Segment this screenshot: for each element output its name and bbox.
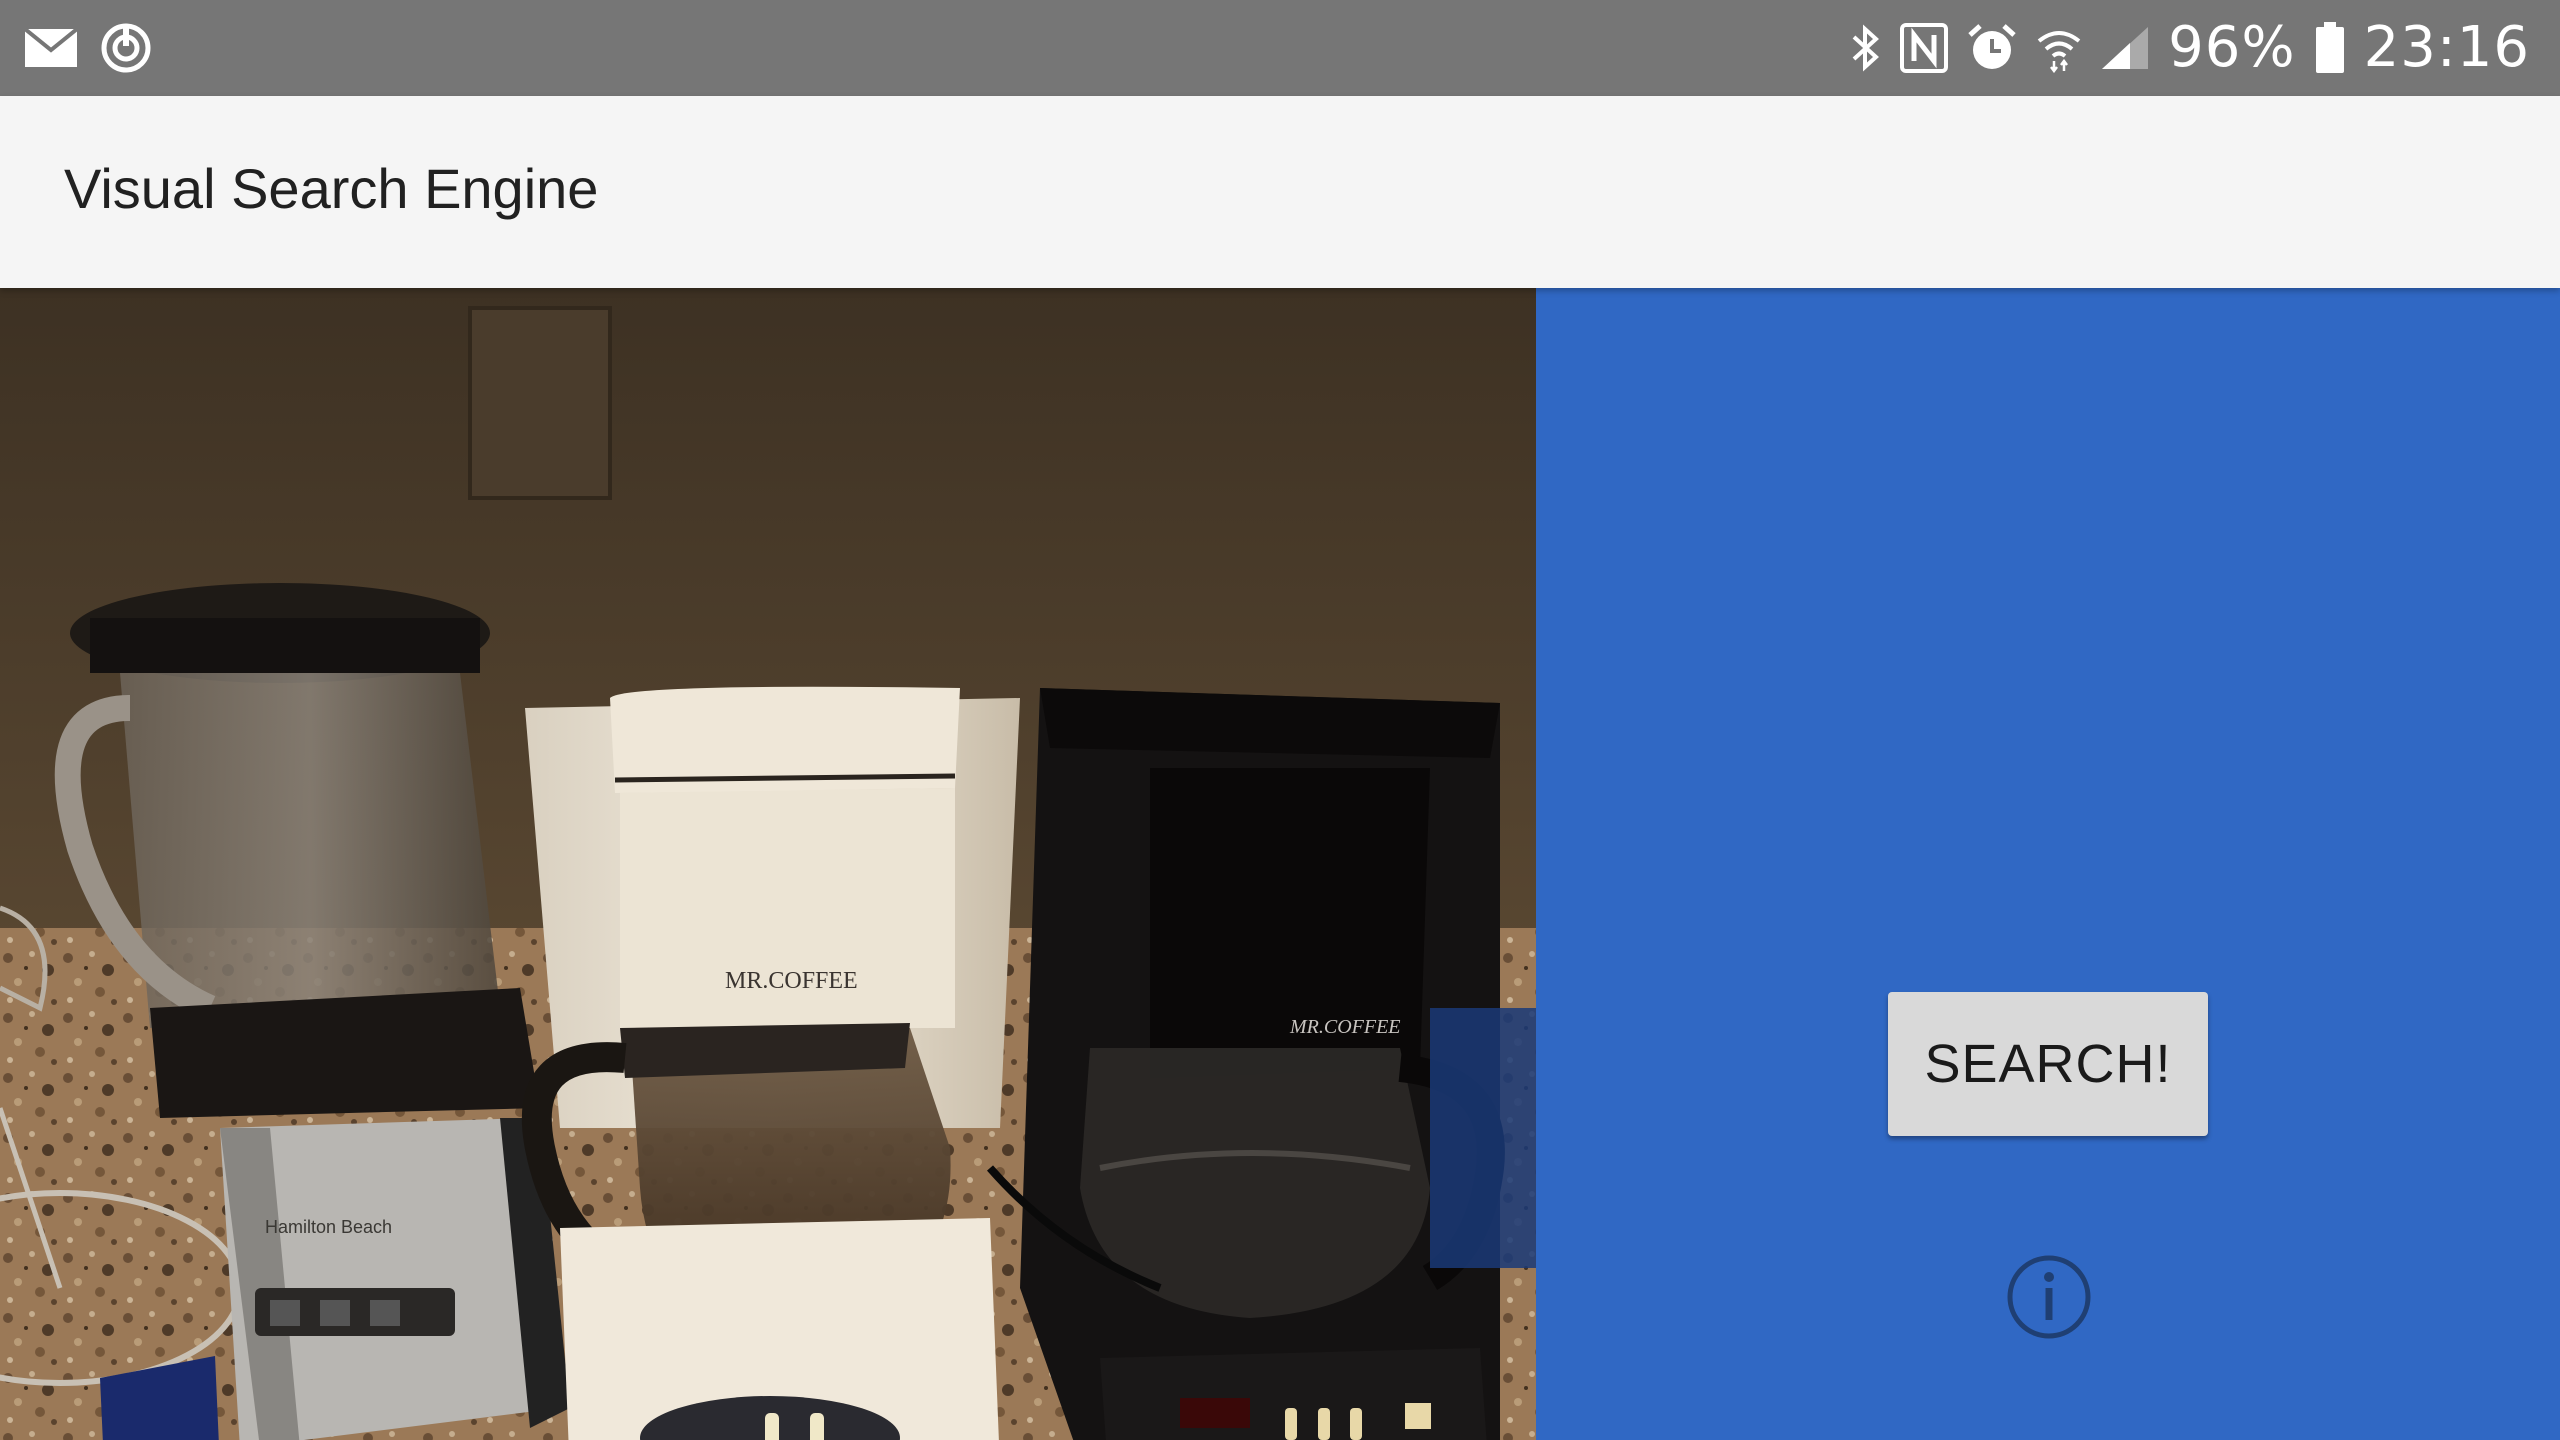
wifi-icon	[2036, 23, 2082, 73]
sync-icon	[100, 22, 152, 74]
alarm-icon	[1966, 23, 2018, 73]
control-panel: SEARCH!	[1536, 288, 2560, 1440]
white-coffee-maker: MR.COFFEE	[521, 686, 1020, 1440]
camera-preview-image: Hamilton Beach MR.COFFEE MR.COFFEE	[0, 288, 1536, 1440]
battery-percent: 96%	[2168, 15, 2296, 80]
signal-icon	[2100, 25, 2150, 71]
camera-preview: Hamilton Beach MR.COFFEE MR.COFFEE	[0, 288, 1536, 1440]
status-left	[24, 22, 152, 74]
white-coffee-brand: MR.COFFEE	[725, 968, 858, 994]
status-bar: 96% 23:16	[0, 0, 2560, 96]
app-bar: Visual Search Engine	[0, 96, 2560, 288]
app-title: Visual Search Engine	[64, 157, 599, 220]
blender-brand: Hamilton Beach	[265, 1217, 392, 1237]
mail-icon	[24, 28, 78, 68]
bluetooth-icon	[1848, 23, 1882, 73]
clock: 23:16	[2363, 15, 2530, 80]
status-right: 96% 23:16	[1848, 14, 2530, 82]
black-coffee-maker: MR.COFFEE	[986, 688, 1505, 1440]
search-button[interactable]: SEARCH!	[1888, 992, 2208, 1136]
battery-icon	[2314, 22, 2346, 74]
nfc-icon	[1900, 23, 1949, 73]
black-coffee-brand: MR.COFFEE	[1289, 1016, 1401, 1038]
info-icon[interactable]	[2006, 1254, 2092, 1340]
